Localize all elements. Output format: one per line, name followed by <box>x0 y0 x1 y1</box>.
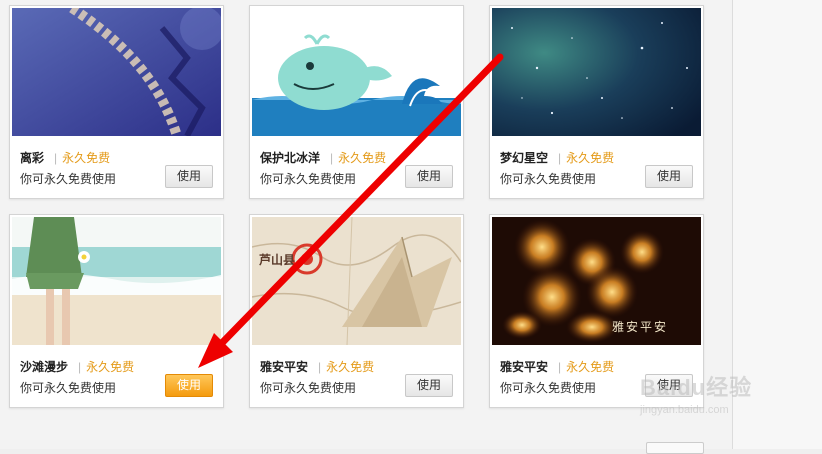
use-button[interactable]: 使用 <box>165 165 213 188</box>
skin-name: 沙滩漫步 <box>20 360 69 374</box>
skin-description: 你可永久免费使用 <box>20 172 117 186</box>
separator: | <box>78 360 82 374</box>
separator: | <box>558 151 562 165</box>
skin-thumbnail-yaan-candles[interactable]: 雅安平安 <box>492 217 701 345</box>
skin-description: 你可永久免费使用 <box>500 172 597 186</box>
price-label: 永久免费 <box>326 360 375 374</box>
watermark-url: jingyan.baidu.com <box>640 404 729 416</box>
skin-name: 雅安平安 <box>500 360 549 374</box>
skin-thumbnail-licai[interactable] <box>12 8 221 136</box>
skin-title-row: 离彩 | 永久免费 <box>20 149 110 166</box>
candles-caption: 雅安平安 <box>612 320 669 334</box>
skin-name: 雅安平安 <box>260 360 309 374</box>
skin-title-row: 保护北冰洋 | 永久免费 <box>260 149 386 166</box>
skin-title-row: 梦幻星空 | 永久免费 <box>500 149 614 166</box>
partial-button-bottom[interactable] <box>646 442 704 454</box>
skin-thumbnail-beach-walk[interactable] <box>12 217 221 345</box>
baidu-jingyan-watermark: Baidu经验 jingyan.baidu.com <box>640 370 790 430</box>
skin-name: 离彩 <box>20 151 45 165</box>
skin-name: 保护北冰洋 <box>260 151 321 165</box>
price-label: 永久免费 <box>566 151 615 165</box>
map-city-label: 芦山县 <box>259 253 296 267</box>
separator: | <box>54 151 58 165</box>
skin-card-beach-walk[interactable]: 沙滩漫步 | 永久免费 你可永久免费使用 使用 <box>9 214 224 408</box>
watermark-logo: Baidu经验 <box>640 375 753 400</box>
skin-title-row: 雅安平安 | 永久免费 <box>500 358 614 375</box>
separator: | <box>330 151 334 165</box>
skin-card-licai[interactable]: 离彩 | 永久免费 你可永久免费使用 使用 <box>9 5 224 199</box>
skin-thumbnail-starry-sky[interactable] <box>492 8 701 136</box>
skin-thumbnail-arctic[interactable] <box>252 8 461 136</box>
price-label: 永久免费 <box>338 151 387 165</box>
skin-title-row: 沙滩漫步 | 永久免费 <box>20 358 134 375</box>
use-button[interactable]: 使用 <box>645 165 693 188</box>
skin-description: 你可永久免费使用 <box>260 381 357 395</box>
use-button[interactable]: 使用 <box>165 374 213 397</box>
separator: | <box>318 360 322 374</box>
skin-title-row: 雅安平安 | 永久免费 <box>260 358 374 375</box>
skin-description: 你可永久免费使用 <box>20 381 117 395</box>
skin-description: 你可永久免费使用 <box>260 172 357 186</box>
price-label: 永久免费 <box>62 151 111 165</box>
skin-card-arctic[interactable]: 保护北冰洋 | 永久免费 你可永久免费使用 使用 <box>249 5 464 199</box>
skin-card-starry-sky[interactable]: 梦幻星空 | 永久免费 你可永久免费使用 使用 <box>489 5 704 199</box>
separator: | <box>558 360 562 374</box>
skin-description: 你可永久免费使用 <box>500 381 597 395</box>
price-label: 永久免费 <box>566 360 615 374</box>
skin-thumbnail-yaan-map[interactable]: 芦山县 <box>252 217 461 345</box>
skin-name: 梦幻星空 <box>500 151 549 165</box>
price-label: 永久免费 <box>86 360 135 374</box>
skin-card-yaan-map[interactable]: 芦山县 雅安平安 | 永久免费 你可永久免费使用 使用 <box>249 214 464 408</box>
use-button[interactable]: 使用 <box>405 374 453 397</box>
use-button[interactable]: 使用 <box>405 165 453 188</box>
